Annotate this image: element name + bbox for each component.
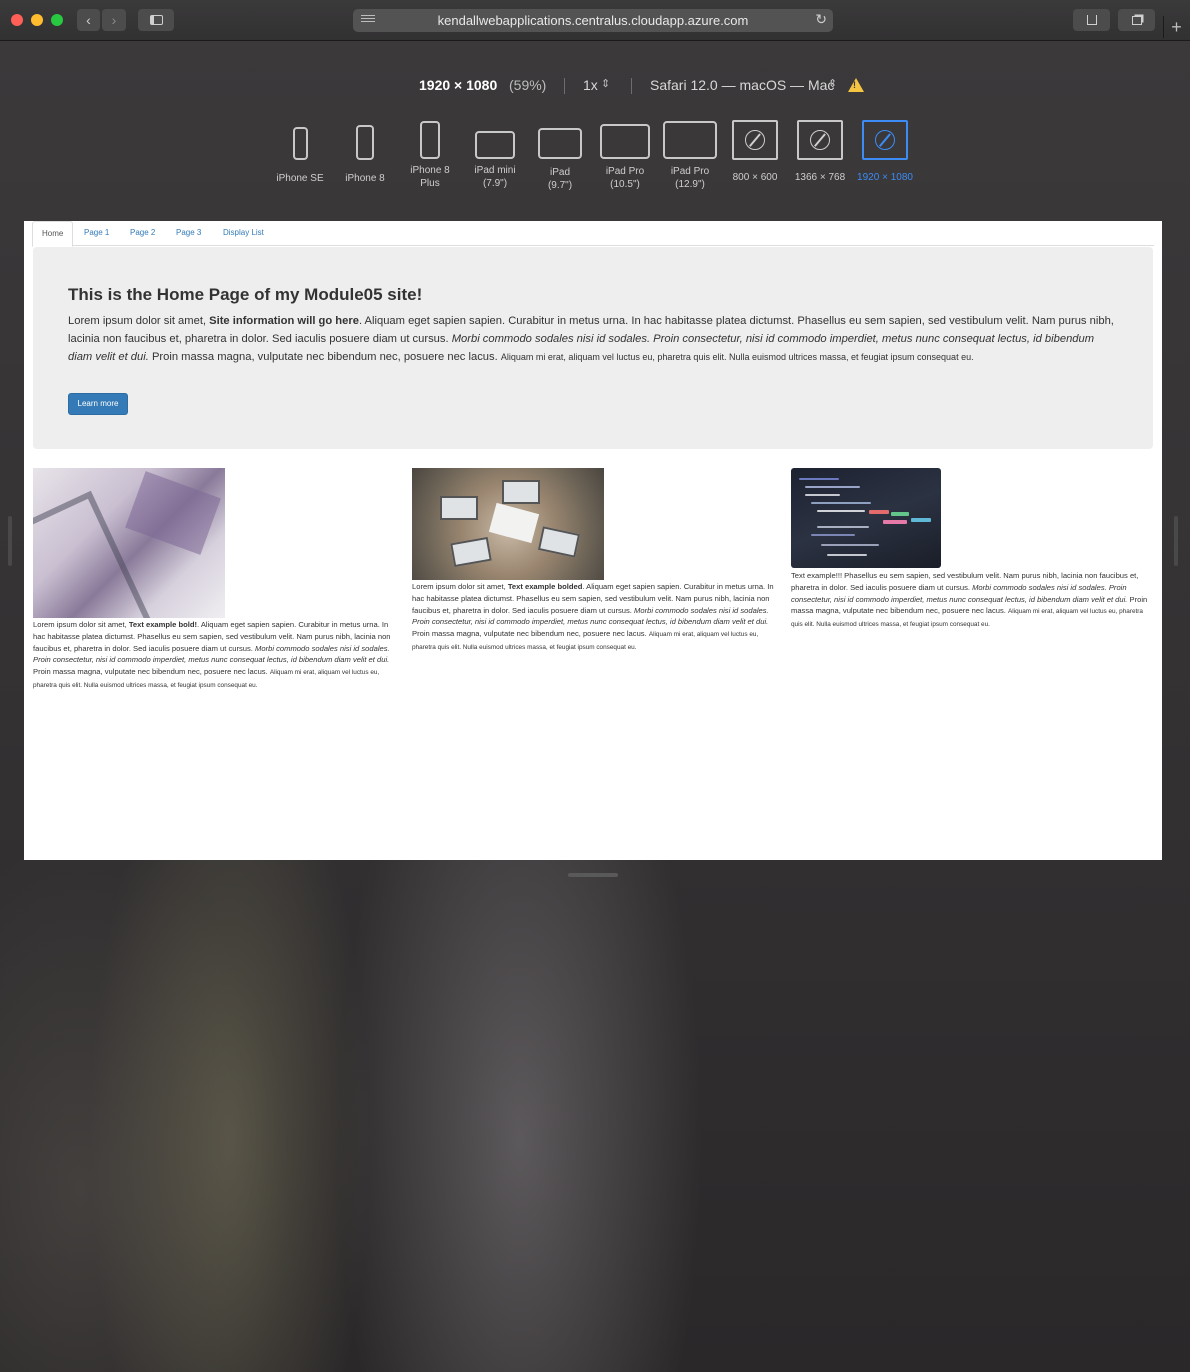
code-screen-image — [791, 468, 941, 568]
close-window-button[interactable] — [11, 14, 23, 26]
device-iphone-8-plus[interactable]: iPhone 8 Plus — [395, 118, 465, 190]
jumbotron-text: Lorem ipsum dolor sit amet, Site informa… — [68, 315, 1114, 363]
device-ipad-pro-12[interactable]: iPad Pro (12.9") — [655, 118, 725, 191]
tab-page-1[interactable]: Page 1 — [84, 221, 109, 245]
tab-home[interactable]: Home — [32, 221, 74, 247]
tablet-icon — [475, 131, 515, 159]
device-1366x768[interactable]: 1366 × 768 — [785, 118, 855, 184]
tablet-icon — [600, 124, 650, 159]
reader-icon — [361, 15, 375, 26]
address-bar[interactable]: kendallwebapplications.centralus.cloudap… — [353, 9, 833, 32]
device-iphone-8[interactable]: iPhone 8 — [330, 118, 400, 185]
chevron-left-icon: ‹ — [86, 12, 91, 28]
sketch-image — [33, 468, 225, 618]
sidebar-button[interactable] — [138, 9, 174, 31]
new-tab-button[interactable]: + — [1163, 16, 1189, 38]
phone-icon — [420, 121, 440, 159]
jumbotron: This is the Home Page of my Module05 sit… — [33, 247, 1153, 449]
compass-icon — [810, 130, 830, 150]
resize-handle-right[interactable] — [1174, 516, 1178, 566]
column-2: Lorem ipsum dolor sit amet, Text example… — [412, 468, 774, 654]
reload-icon[interactable]: ↻ — [815, 11, 827, 28]
url-text: kendallwebapplications.centralus.cloudap… — [437, 13, 749, 28]
column-3: Text example!!! Phasellus eu sem sapien,… — [791, 468, 1153, 631]
column-2-text: Lorem ipsum dolor sit amet, Text example… — [412, 582, 774, 651]
column-3-text: Text example!!! Phasellus eu sem sapien,… — [791, 571, 1148, 629]
responsive-info-bar: 1920 × 1080 (59%) 1x ⇕ Safari 12.0 — mac… — [0, 76, 1190, 96]
updown-chevron-icon: ⇕ — [601, 78, 611, 90]
column-1: Lorem ipsum dolor sit amet, Text example… — [33, 468, 395, 692]
updown-chevron-icon: ⇕ — [828, 78, 838, 90]
sidebar-icon — [149, 15, 163, 25]
tabs-icon — [1131, 15, 1142, 25]
pixel-ratio-select[interactable]: 1x — [583, 77, 598, 93]
share-button[interactable] — [1073, 9, 1110, 31]
scale-label: (59%) — [509, 77, 547, 93]
nav-tabs: Home Page 1 Page 2 Page 3 Display List — [32, 221, 1154, 247]
phone-icon — [292, 127, 308, 160]
learn-more-button[interactable]: Learn more — [68, 393, 128, 415]
page-title: This is the Home Page of my Module05 sit… — [68, 285, 423, 304]
compass-icon — [745, 130, 765, 150]
browser-toolbar: ‹ › kendallwebapplications.centralus.clo… — [0, 0, 1190, 41]
forward-button[interactable]: › — [102, 9, 126, 31]
device-1920x1080[interactable]: 1920 × 1080 — [850, 118, 920, 184]
tablet-icon — [538, 128, 582, 159]
share-icon — [1086, 15, 1097, 25]
web-viewport: Home Page 1 Page 2 Page 3 Display List T… — [24, 221, 1162, 860]
resize-handle-bottom[interactable] — [568, 873, 618, 877]
device-iphone-se[interactable]: iPhone SE — [265, 118, 335, 185]
tabs-overview-button[interactable] — [1118, 9, 1155, 31]
tab-page-2[interactable]: Page 2 — [130, 221, 155, 245]
column-1-text: Lorem ipsum dolor sit amet, Text example… — [33, 620, 391, 689]
resize-handle-left[interactable] — [8, 516, 12, 566]
phone-icon — [356, 125, 374, 160]
back-button[interactable]: ‹ — [77, 9, 100, 31]
compass-icon — [875, 130, 895, 150]
zoom-window-button[interactable] — [51, 14, 63, 26]
resolution-label: 1920 × 1080 — [419, 77, 498, 93]
user-agent-select[interactable]: Safari 12.0 — macOS — Mac — [650, 77, 834, 93]
tab-page-3[interactable]: Page 3 — [176, 221, 201, 245]
device-ipad-mini[interactable]: iPad mini (7.9") — [460, 118, 530, 190]
minimize-window-button[interactable] — [31, 14, 43, 26]
tablet-icon — [663, 121, 717, 159]
tab-display-list[interactable]: Display List — [223, 221, 264, 245]
device-ipad-pro-10[interactable]: iPad Pro (10.5") — [590, 118, 660, 191]
warning-icon — [848, 78, 864, 92]
device-ipad[interactable]: iPad (9.7") — [525, 118, 595, 192]
team-laptops-image — [412, 468, 604, 580]
device-800x600[interactable]: 800 × 600 — [720, 118, 790, 184]
chevron-right-icon: › — [111, 12, 117, 28]
